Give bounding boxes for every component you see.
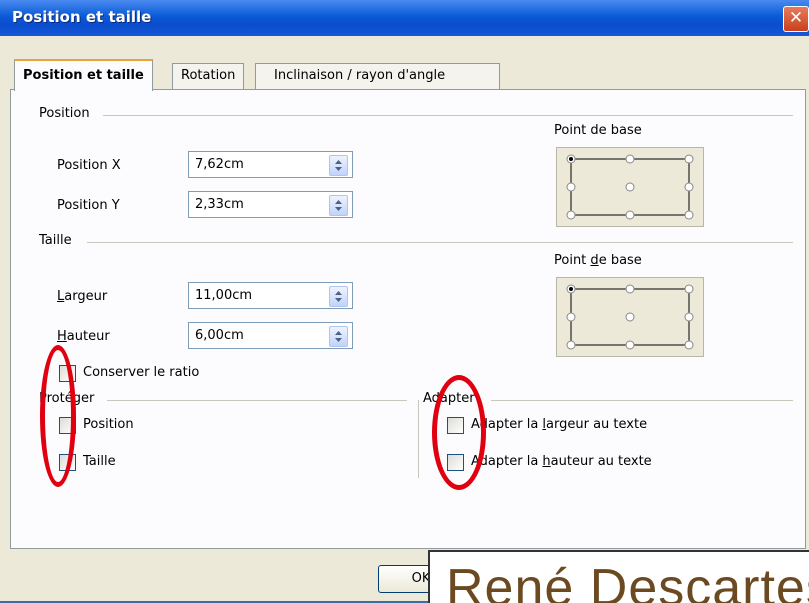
height-label: Hauteur bbox=[57, 329, 110, 344]
spin-arrows-icon[interactable] bbox=[329, 326, 348, 347]
position-y-label: Position Y bbox=[57, 198, 120, 213]
position-base-point-grid[interactable] bbox=[556, 147, 704, 227]
tab-panel: Position Position X 7,62cm Position Y 2,… bbox=[10, 89, 806, 549]
position-y-value: 2,33cm bbox=[195, 197, 244, 212]
size-base-point-grid[interactable] bbox=[556, 277, 704, 357]
width-label: Largeur bbox=[57, 289, 108, 304]
tab-inclinaison[interactable]: Inclinaison / rayon d'angle bbox=[255, 63, 500, 89]
overlay-text: René Descartes bbox=[446, 559, 809, 603]
tab-rotation[interactable]: Rotation bbox=[172, 63, 245, 89]
spin-arrows-icon[interactable] bbox=[329, 155, 348, 176]
window-title: Position et taille bbox=[12, 8, 152, 26]
dialog-window: Position et taille ✕ Position et taille … bbox=[0, 0, 809, 603]
adapt-separator bbox=[418, 400, 419, 478]
protect-size-label: Taille bbox=[83, 454, 116, 469]
close-icon: ✕ bbox=[788, 8, 804, 28]
protect-position-label: Position bbox=[83, 417, 134, 432]
position-base-point-label: Point de base bbox=[554, 123, 642, 138]
height-value: 6,00cm bbox=[195, 328, 244, 343]
tab-label: Inclinaison / rayon d'angle bbox=[274, 68, 446, 83]
width-field[interactable]: 11,00cm bbox=[188, 282, 353, 309]
position-x-value: 7,62cm bbox=[195, 157, 244, 172]
position-y-field[interactable]: 2,33cm bbox=[188, 191, 353, 218]
keep-ratio-label: Conserver le ratio bbox=[83, 365, 200, 380]
height-field[interactable]: 6,00cm bbox=[188, 322, 353, 349]
spin-arrows-icon[interactable] bbox=[329, 286, 348, 307]
tab-label: Rotation bbox=[181, 68, 236, 83]
position-divider bbox=[103, 115, 793, 116]
size-divider bbox=[87, 242, 793, 243]
title-bar[interactable]: Position et taille ✕ bbox=[0, 0, 809, 36]
close-button[interactable]: ✕ bbox=[783, 6, 809, 32]
width-value: 11,00cm bbox=[195, 288, 253, 303]
adapt-divider bbox=[491, 400, 793, 401]
fit-width-label: Adapter la largeur au texte bbox=[471, 417, 648, 432]
position-x-field[interactable]: 7,62cm bbox=[188, 151, 353, 178]
spin-arrows-icon[interactable] bbox=[329, 195, 348, 216]
position-x-label: Position X bbox=[57, 158, 121, 173]
annotation-ellipse-right bbox=[432, 375, 486, 490]
tab-position-et-taille[interactable]: Position et taille bbox=[14, 59, 153, 91]
fit-height-label: Adapter la hauteur au texte bbox=[471, 454, 652, 469]
protect-divider bbox=[107, 400, 407, 401]
overlay-image-fragment: René Descartes bbox=[428, 550, 809, 603]
annotation-ellipse-left bbox=[40, 345, 76, 487]
position-section-label: Position bbox=[39, 106, 96, 121]
size-base-point-label: Point de base bbox=[554, 253, 642, 268]
tab-label: Position et taille bbox=[23, 68, 144, 83]
size-section-label: Taille bbox=[39, 233, 78, 248]
